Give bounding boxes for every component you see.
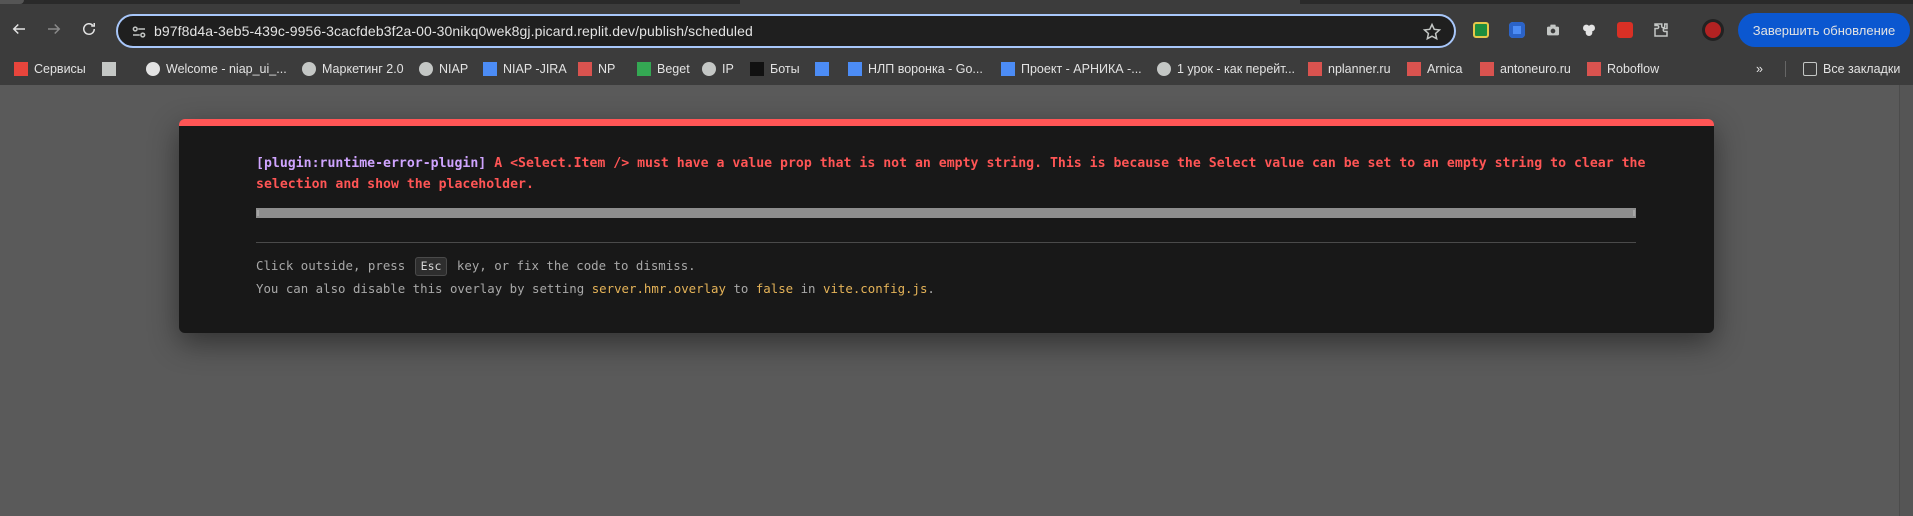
bookmarks-separator	[1785, 61, 1786, 77]
bookmark-item[interactable]: Боты	[750, 59, 800, 79]
bookmark-label: NIAP	[439, 62, 469, 76]
bookmark-star-icon[interactable]	[1422, 22, 1442, 42]
bookmark-label: Маркетинг 2.0	[322, 62, 404, 76]
extension-screen-recorder-icon[interactable]	[1506, 19, 1528, 41]
bookmark-item[interactable]: 1 урок - как перейт...	[1157, 59, 1295, 79]
tip-line-disable: You can also disable this overlay by set…	[256, 281, 935, 296]
reload-icon	[83, 23, 95, 35]
bookmark-label: Beget	[657, 62, 690, 76]
back-button[interactable]	[4, 14, 34, 44]
all-bookmarks-button[interactable]: Все закладки	[1803, 59, 1900, 79]
bookmark-item[interactable]: IP	[702, 59, 734, 79]
bookmark-label: НЛП воронка - Go...	[868, 62, 983, 76]
bookmark-item[interactable]: NP	[578, 59, 615, 79]
code-frame-scrollbar[interactable]	[256, 208, 1636, 218]
bookmark-item[interactable]: Welcome - niap_ui_...	[146, 59, 287, 79]
tab[interactable]	[0, 0, 24, 4]
extension-ai-icon[interactable]	[1578, 19, 1600, 41]
bookmark-label: Проект - АРНИКА -...	[1021, 62, 1142, 76]
page-scrollbar[interactable]	[1899, 85, 1913, 516]
forward-arrow-icon	[48, 23, 61, 35]
globe-icon	[1157, 62, 1171, 76]
address-bar[interactable]: b97f8d4a-3eb5-439c-9956-3cacfdeb3f2a-00-…	[116, 14, 1456, 48]
toolbar: b97f8d4a-3eb5-439c-9956-3cacfdeb3f2a-00-…	[0, 8, 1913, 54]
bookmark-label: Сервисы	[34, 62, 86, 76]
bookmark-label: 1 урок - как перейт...	[1177, 62, 1296, 76]
bookmark-item[interactable]: Beget	[637, 59, 690, 79]
bookmark-item[interactable]	[102, 59, 116, 79]
apps-grid-icon	[14, 62, 28, 76]
link-icon	[1587, 62, 1601, 76]
jira-icon	[483, 62, 497, 76]
more-bookmarks-chevron-icon[interactable]: »	[1756, 59, 1763, 79]
bookmark-label: Боты	[770, 62, 800, 76]
folder-icon	[1803, 62, 1817, 76]
bookmark-item[interactable]: antoneuro.ru	[1480, 59, 1571, 79]
vite-error-overlay: [plugin:runtime-error-plugin] A <Select.…	[179, 119, 1714, 333]
github-icon	[146, 62, 160, 76]
bookmark-label: Arnica	[1427, 62, 1463, 76]
all-bookmarks-label: Все закладки	[1823, 62, 1901, 76]
bookmarks-bar: Сервисы Welcome - niap_ui_... Маркетинг 2.…	[0, 56, 1913, 82]
forward-button[interactable]	[39, 14, 69, 44]
link-icon	[1308, 62, 1322, 76]
globe-icon	[419, 62, 433, 76]
bookmark-item[interactable]: Маркетинг 2.0	[302, 59, 404, 79]
globe-icon	[702, 62, 716, 76]
bookmark-item[interactable]: Arnica	[1407, 59, 1462, 79]
scroll-right-arrow[interactable]	[1633, 210, 1635, 216]
bookmark-item[interactable]: nplanner.ru	[1308, 59, 1391, 79]
link-icon	[578, 62, 592, 76]
config-file: vite.config.js	[822, 281, 928, 296]
extension-camera-icon[interactable]	[1542, 19, 1564, 41]
error-message: [plugin:runtime-error-plugin] A <Select.…	[256, 153, 1646, 195]
globe-icon	[302, 62, 316, 76]
bookmark-item[interactable]: НЛП воронка - Go...	[848, 59, 983, 79]
link-icon	[1480, 62, 1494, 76]
bookmark-label: NP	[598, 62, 616, 76]
extension-sheets-icon[interactable]	[1470, 19, 1492, 41]
docs-icon	[848, 62, 862, 76]
url-text[interactable]: b97f8d4a-3eb5-439c-9956-3cacfdeb3f2a-00-…	[154, 23, 753, 39]
browser-chrome: b97f8d4a-3eb5-439c-9956-3cacfdeb3f2a-00-…	[0, 0, 1913, 85]
docs-icon	[1001, 62, 1015, 76]
bots-icon	[750, 62, 764, 76]
bookmark-item[interactable]	[815, 59, 829, 79]
link-icon	[1407, 62, 1421, 76]
back-arrow-icon	[12, 23, 25, 35]
finish-update-button[interactable]: Завершить обновление	[1738, 13, 1910, 47]
config-value: false	[755, 281, 794, 296]
site-settings-icon[interactable]	[130, 23, 148, 41]
bookmark-label: antoneuro.ru	[1500, 62, 1571, 76]
bookmark-label: NIAP -JIRA	[503, 62, 567, 76]
scroll-left-arrow[interactable]	[257, 210, 259, 216]
extension-red-icon[interactable]	[1614, 19, 1636, 41]
extensions-puzzle-icon[interactable]	[1650, 19, 1672, 41]
bookmark-label: Welcome - niap_ui_...	[166, 62, 287, 76]
bookmark-label: Roboflow	[1607, 62, 1660, 76]
page-viewport: [plugin:runtime-error-plugin] A <Select.…	[0, 85, 1913, 516]
error-plugin-name: [plugin:runtime-error-plugin]	[256, 156, 487, 171]
bookmark-item[interactable]: NIAP	[419, 59, 468, 79]
esc-key: Esc	[414, 257, 448, 276]
overlay-tip: Click outside, press Esc key, or fix the…	[256, 254, 935, 300]
bookmark-item[interactable]: NIAP -JIRA	[483, 59, 567, 79]
reload-button[interactable]	[74, 14, 104, 44]
bookmark-label: IP	[722, 62, 734, 76]
grid-icon	[102, 62, 116, 76]
bookmark-item[interactable]: Сервисы	[14, 59, 86, 79]
divider	[256, 242, 1636, 243]
bookmark-label: nplanner.ru	[1328, 62, 1391, 76]
active-tab[interactable]	[740, 0, 1300, 4]
beget-icon	[637, 62, 651, 76]
tip-line-dismiss: Click outside, press Esc key, or fix the…	[256, 254, 935, 277]
config-key: server.hmr.overlay	[591, 281, 726, 296]
bookmark-item[interactable]: Проект - АРНИКА -...	[1001, 59, 1142, 79]
bookmark-item[interactable]: Roboflow	[1587, 59, 1659, 79]
tab-strip	[0, 0, 1913, 4]
trello-icon	[815, 62, 829, 76]
profile-avatar[interactable]	[1702, 19, 1724, 41]
